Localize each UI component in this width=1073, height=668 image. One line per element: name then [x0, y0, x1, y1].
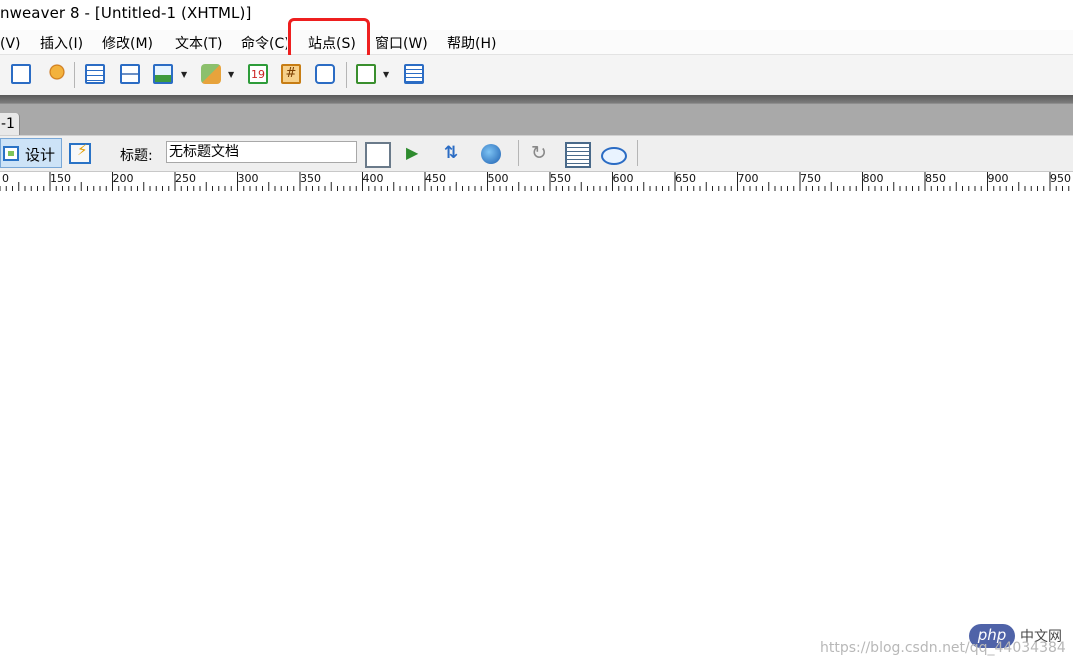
ruler-label: 650	[675, 172, 696, 185]
file-transfer-icon[interactable]: ⇅	[444, 142, 466, 164]
toolbar-separator	[637, 140, 638, 166]
menu-bar: 看(V) 插入(I) 修改(M) 文本(T) 命令(C) 站点(S) 窗口(W)…	[0, 30, 1073, 55]
menu-window[interactable]: 窗口(W)	[375, 32, 428, 54]
ruler-label: 300	[238, 172, 259, 185]
email-link-icon[interactable]	[11, 64, 31, 84]
refresh-icon[interactable]: ↻	[531, 142, 553, 164]
browser-preview-icon[interactable]	[481, 144, 501, 164]
document-tab[interactable]: -1	[0, 113, 20, 136]
ruler-label: 150	[50, 172, 71, 185]
highlight-box	[288, 18, 370, 60]
media-icon[interactable]	[201, 64, 221, 84]
image-dropdown-icon[interactable]: ▼	[181, 70, 187, 79]
ruler-label: 250	[175, 172, 196, 185]
document-tab-strip: -1	[0, 103, 1073, 136]
menu-insert[interactable]: 插入(I)	[40, 32, 83, 54]
ruler-label: 750	[800, 172, 821, 185]
image-icon[interactable]	[153, 64, 173, 84]
page-title-input[interactable]: 无标题文档	[166, 141, 357, 163]
layer-icon[interactable]	[120, 64, 140, 84]
document-toolbar: 设计 ⚡ 标题: 无标题文档 ▶ ⇅ ↻	[0, 135, 1073, 172]
ruler-label: 700	[738, 172, 759, 185]
horizontal-ruler: 0 150 200 250 300 350 400 450 500 550 600 650 700 750…	[0, 171, 1073, 192]
tag-library-icon[interactable]	[404, 64, 424, 84]
design-view-icon	[3, 146, 19, 161]
toolbar-separator	[346, 62, 347, 88]
ruler-label: 200	[113, 172, 134, 185]
ruler-label: 950	[1050, 172, 1071, 185]
toolbar-separator	[518, 140, 519, 166]
insert-toolbar: ▼ ▼ 19 # ▼	[0, 55, 1073, 95]
menu-modify[interactable]: 修改(M)	[102, 32, 153, 54]
watermark-url: https://blog.csdn.net/qq_44034384	[820, 640, 1066, 656]
menu-commands[interactable]: 命令(C)	[241, 32, 287, 54]
comment-icon[interactable]: #	[281, 64, 301, 84]
menu-text[interactable]: 文本(T)	[175, 32, 222, 54]
menu-help[interactable]: 帮助(H)	[447, 32, 496, 54]
design-view-label: 设计	[25, 146, 56, 164]
ruler-label: 0	[2, 172, 9, 185]
ruler-label: 450	[425, 172, 446, 185]
table-icon[interactable]	[85, 64, 105, 84]
ruler-label: 900	[988, 172, 1009, 185]
toolbar-separator	[74, 62, 75, 88]
ruler-label: 400	[363, 172, 384, 185]
panel-divider	[0, 95, 1073, 103]
design-view-button[interactable]: 设计	[0, 138, 62, 168]
window-title: nweaver 8 - [Untitled-1 (XHTML)]	[0, 4, 252, 22]
menu-view[interactable]: 看(V)	[0, 32, 21, 54]
title-bar: nweaver 8 - [Untitled-1 (XHTML)]	[0, 0, 1073, 30]
page-title-label: 标题:	[120, 148, 153, 164]
named-anchor-icon[interactable]	[47, 64, 67, 84]
visual-aids-icon[interactable]	[601, 147, 627, 165]
templates-dropdown-icon[interactable]: ▼	[383, 70, 389, 79]
ruler-label: 850	[925, 172, 946, 185]
validate-markup-icon[interactable]	[365, 142, 391, 168]
tag-chooser-icon[interactable]	[315, 64, 335, 84]
media-dropdown-icon[interactable]: ▼	[228, 70, 234, 79]
templates-icon[interactable]	[356, 64, 376, 84]
ruler-label: 350	[300, 172, 321, 185]
ruler-label: 800	[863, 172, 884, 185]
ruler-label: 500	[488, 172, 509, 185]
ruler-scale: 0 150 200 250 300 350 400 450 500 550 600 650 700 750…	[0, 172, 1071, 191]
preview-icon[interactable]: ▶	[406, 142, 428, 164]
view-options-icon[interactable]	[565, 142, 591, 168]
live-data-icon[interactable]: ⚡	[69, 141, 91, 164]
ruler-label: 550	[550, 172, 571, 185]
design-canvas[interactable]	[0, 191, 1073, 668]
date-icon[interactable]: 19	[248, 64, 268, 84]
ruler-label: 600	[613, 172, 634, 185]
